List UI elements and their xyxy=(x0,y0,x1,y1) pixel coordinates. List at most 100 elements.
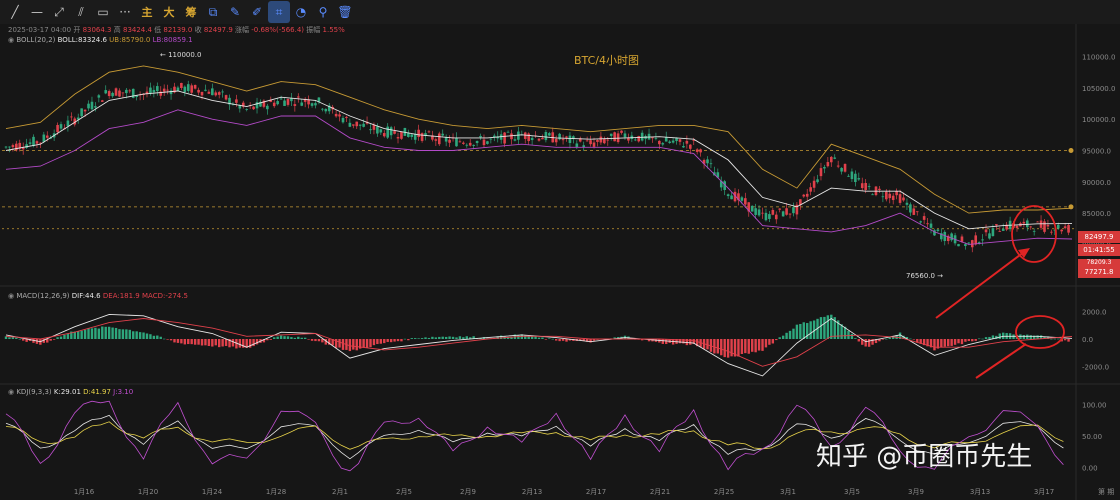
candle-body xyxy=(544,131,548,141)
macd-bar xyxy=(424,337,427,339)
macd-bar xyxy=(1053,338,1057,340)
macd-bar xyxy=(87,328,90,339)
macd-bar xyxy=(135,331,138,339)
macd-bar xyxy=(97,328,101,339)
big-indicator-button[interactable]: 大 xyxy=(158,1,180,23)
layout-icon[interactable]: ⌗ xyxy=(268,1,290,23)
candle-body xyxy=(94,106,97,108)
x-tick-label: 1月28 xyxy=(266,488,286,496)
candle-body xyxy=(489,138,493,140)
line-tool-icon[interactable]: ╱ xyxy=(4,1,26,23)
candle-body xyxy=(376,126,379,134)
x-tick-label: 2月25 xyxy=(714,488,734,496)
macd-bar xyxy=(431,336,434,339)
hline-dot xyxy=(1068,147,1074,153)
candle-body xyxy=(854,173,857,183)
macd-bar xyxy=(231,339,235,347)
candle-body xyxy=(11,145,15,148)
macd-bar xyxy=(757,339,761,351)
macd-bar xyxy=(365,339,369,349)
candle-body xyxy=(293,104,297,106)
kdj-y-tick: 50.00 xyxy=(1082,433,1102,441)
candle-body xyxy=(606,139,610,141)
macd-bar xyxy=(355,339,358,351)
macd-bar xyxy=(372,339,376,346)
y-tick-label: 100000.0 xyxy=(1082,116,1115,124)
trash-icon[interactable]: 🗑 xyxy=(334,1,356,23)
candle-body xyxy=(860,183,864,189)
macd-bar xyxy=(190,339,193,345)
more-tools-icon[interactable]: ··· xyxy=(114,1,136,23)
magnet-icon[interactable]: ◔ xyxy=(290,1,312,23)
macd-bar xyxy=(1029,335,1032,339)
macd-bar xyxy=(266,339,269,341)
candle-body xyxy=(585,140,589,142)
candle-body xyxy=(145,91,149,94)
chart-canvas[interactable]: 110000.0 105000.0 100000.0 95000.0 90000.0 85… xyxy=(0,24,1120,500)
x-tick-label: 2月1 xyxy=(332,488,348,496)
hline-tool-icon[interactable]: — xyxy=(26,1,48,23)
candle-body xyxy=(221,91,224,93)
macd-bar xyxy=(49,339,52,341)
rectangle-tool-icon[interactable]: ▭ xyxy=(92,1,114,23)
candle-body xyxy=(266,105,269,110)
macd-bar xyxy=(138,332,142,339)
candle-body xyxy=(70,116,73,118)
countdown-badge: 01:41:55 xyxy=(1078,244,1120,256)
candle-body xyxy=(1036,221,1039,223)
macd-bar xyxy=(297,336,300,339)
macd-bar xyxy=(881,339,885,340)
lock-icon[interactable]: ⚲ xyxy=(312,1,334,23)
macd-bar xyxy=(283,336,286,339)
brush-icon[interactable]: ✎ xyxy=(224,1,246,23)
macd-bar xyxy=(967,339,971,342)
macd-bar xyxy=(125,329,128,339)
macd-bar xyxy=(819,317,823,339)
candle-body xyxy=(506,131,510,133)
macd-bar xyxy=(156,335,159,339)
candle-body xyxy=(186,84,190,91)
candle-body xyxy=(503,132,506,144)
macd-bar xyxy=(224,339,228,346)
candle-body xyxy=(45,135,49,138)
macd-bar xyxy=(912,339,916,340)
candle-body xyxy=(623,133,627,138)
drawing-toolbar: ╱ — ⤢ ⫽ ▭ ··· 主大筹 ⧉ ✎ ✐ ⌗ ◔ ⚲ 🗑 xyxy=(0,0,1120,24)
candle-body xyxy=(668,141,671,143)
macd-bar xyxy=(77,331,80,339)
candle-body xyxy=(369,129,372,131)
candle-body xyxy=(596,140,599,142)
chip-indicator-button[interactable]: 筹 xyxy=(180,1,202,23)
copy-icon[interactable]: ⧉ xyxy=(202,1,224,23)
candle-body xyxy=(936,229,940,231)
y-tick-label: 95000.0 xyxy=(1082,147,1111,155)
candle-body xyxy=(950,233,953,241)
candle-body xyxy=(472,144,475,146)
macd-bar xyxy=(314,339,317,342)
pen-icon[interactable]: ✐ xyxy=(246,1,268,23)
boll-boll-line xyxy=(5,90,1073,230)
candle-body xyxy=(778,208,782,210)
macd-bar xyxy=(960,339,964,345)
candle-body xyxy=(530,137,534,141)
main-indicator-button[interactable]: 主 xyxy=(136,1,158,23)
macd-bar xyxy=(94,327,97,339)
candle-body xyxy=(252,106,255,110)
candle-body xyxy=(352,124,355,126)
candle-body xyxy=(462,142,465,144)
candle-body xyxy=(695,149,699,152)
ray-tool-icon[interactable]: ⤢ xyxy=(48,1,70,23)
candle-body xyxy=(905,202,909,205)
candle-body xyxy=(114,88,118,96)
macd-bar xyxy=(396,339,400,342)
macd-bar xyxy=(940,339,943,348)
candle-body xyxy=(523,132,527,139)
candle-body xyxy=(871,194,874,196)
macd-bar xyxy=(83,329,87,339)
candle-body xyxy=(200,91,204,96)
macd-bar xyxy=(417,338,420,339)
macd-bar xyxy=(200,339,204,346)
channel-tool-icon[interactable]: ⫽ xyxy=(70,1,92,23)
macd-bar xyxy=(63,334,66,339)
macd-bar xyxy=(290,337,293,339)
